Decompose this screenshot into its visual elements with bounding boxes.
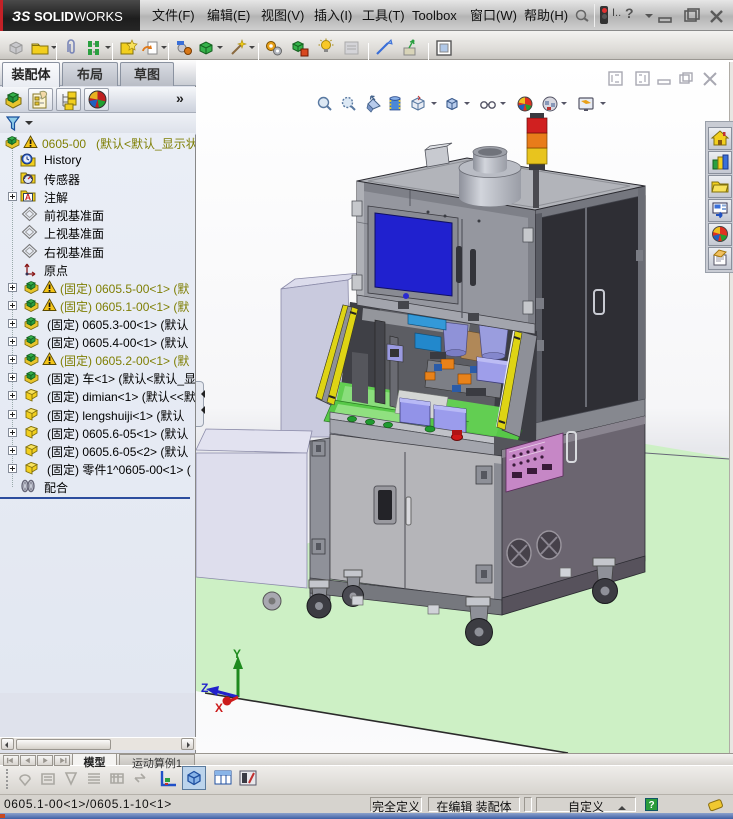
svg-text:Z: Z (201, 681, 208, 695)
svg-text:X: X (215, 701, 223, 715)
svg-text:Y: Y (233, 647, 241, 661)
svg-text:A: A (25, 192, 31, 202)
